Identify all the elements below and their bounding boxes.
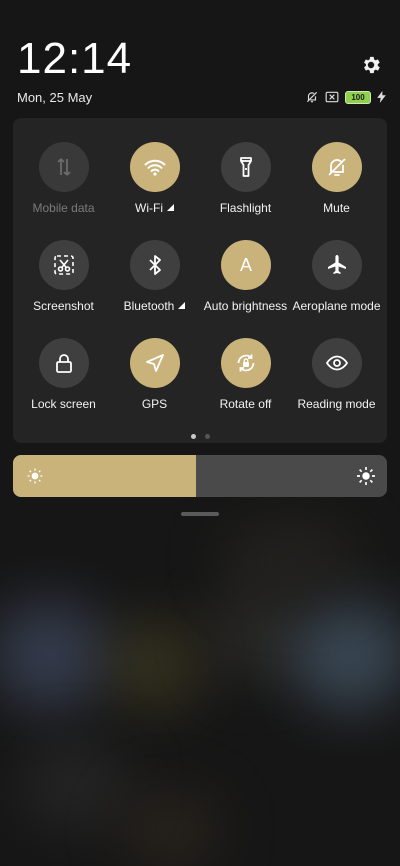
toggle-grid: Mobile data Wi-Fi Flashlight Mute Screenshot… — [13, 142, 387, 436]
toggle-mute[interactable]: Mute — [291, 142, 382, 240]
toggle-lock-screen[interactable]: Lock screen — [18, 338, 109, 436]
toggle-label-text: Screenshot — [33, 299, 94, 313]
toggle-label: Screenshot — [33, 299, 94, 313]
toggle-aeroplane-mode[interactable]: Aeroplane mode — [291, 240, 382, 338]
toggle-wifi[interactable]: Wi-Fi — [109, 142, 200, 240]
toggle-mobile-data-button[interactable] — [38, 142, 89, 192]
airplane-icon — [327, 255, 346, 274]
bluetooth-icon — [148, 255, 161, 275]
page-indicator — [13, 434, 387, 439]
toggle-label-text: Lock screen — [31, 397, 96, 411]
toggle-rotate-off-button[interactable] — [220, 338, 271, 388]
toggle-mobile-data[interactable]: Mobile data — [18, 142, 109, 240]
toggle-gps[interactable]: GPS — [109, 338, 200, 436]
toggle-lock-screen-button[interactable] — [38, 338, 89, 388]
status-header: 12:14 Mon, 25 May 100 — [0, 0, 400, 118]
page-dot-2[interactable] — [204, 434, 210, 439]
brightness-high-icon — [357, 467, 375, 485]
system-status-icons: 100 — [305, 90, 386, 104]
toggle-label-text: Auto brightness — [203, 299, 288, 313]
lock-icon — [55, 354, 72, 373]
toggle-label: Mute — [323, 201, 350, 215]
toggle-label-text: Mute — [323, 201, 350, 215]
panel-drag-handle[interactable] — [181, 512, 219, 516]
toggle-label: GPS — [142, 397, 167, 411]
toggle-label-text: Aeroplane mode — [292, 299, 381, 313]
wifi-icon — [144, 159, 165, 176]
brightness-slider[interactable] — [13, 455, 387, 497]
toggle-label: Reading mode — [297, 397, 375, 411]
toggle-auto-brightness-button[interactable]: A — [220, 240, 271, 290]
toggle-gps-button[interactable] — [129, 338, 180, 388]
toggle-label-text: Bluetooth — [123, 299, 175, 313]
no-sim-icon — [325, 91, 339, 103]
svg-text:A: A — [239, 255, 251, 275]
toggle-aeroplane-mode-button[interactable] — [311, 240, 362, 290]
toggle-label: Auto brightness — [204, 299, 287, 313]
toggle-label-text: Wi-Fi — [135, 201, 163, 215]
letter-a-icon: A — [239, 255, 251, 275]
toggle-reading-mode[interactable]: Reading mode — [291, 338, 382, 436]
charging-bolt-icon — [377, 91, 386, 103]
toggle-label: Mobile data — [32, 201, 94, 215]
toggle-label-text: GPS — [141, 397, 168, 411]
battery-indicator: 100 — [345, 90, 371, 104]
quick-settings-panel: Mobile data Wi-Fi Flashlight Mute Screenshot… — [13, 118, 387, 443]
signal-strength-icon — [178, 302, 186, 309]
toggle-label-text: Reading mode — [297, 397, 376, 411]
bell-off-icon — [306, 91, 318, 103]
brightness-low-icon — [27, 468, 43, 484]
toggle-label-text: Mobile data — [32, 201, 95, 215]
flashlight-icon — [239, 157, 252, 177]
toggle-label: Rotate off — [220, 397, 272, 411]
toggle-label: Bluetooth — [124, 299, 186, 313]
toggle-auto-brightness[interactable]: A Auto brightness — [200, 240, 291, 338]
clock[interactable]: 12:14 — [17, 34, 132, 84]
toggle-label: Flashlight — [220, 201, 271, 215]
toggle-wifi-button[interactable] — [129, 142, 180, 192]
page-dot-1[interactable] — [190, 434, 196, 439]
toggle-rotate-off[interactable]: Rotate off — [200, 338, 291, 436]
toggle-screenshot[interactable]: Screenshot — [18, 240, 109, 338]
toggle-label-text: Flashlight — [219, 201, 272, 215]
toggle-label: Aeroplane mode — [292, 299, 380, 313]
toggle-flashlight-button[interactable] — [220, 142, 271, 192]
eye-icon — [325, 355, 348, 371]
navigation-arrow-icon — [145, 354, 164, 372]
bell-off-icon — [327, 158, 346, 176]
toggle-screenshot-button[interactable] — [38, 240, 89, 290]
toggle-label: Lock screen — [31, 397, 96, 411]
toggle-bluetooth[interactable]: Bluetooth — [109, 240, 200, 338]
rotate-lock-icon — [237, 354, 254, 372]
scissors-icon — [53, 255, 74, 275]
signal-strength-icon — [166, 204, 174, 211]
toggle-label: Wi-Fi — [135, 201, 174, 215]
toggle-mute-button[interactable] — [311, 142, 362, 192]
arrows-updown-icon — [56, 158, 71, 176]
gear-icon[interactable] — [360, 54, 382, 76]
date[interactable]: Mon, 25 May — [17, 90, 92, 105]
toggle-bluetooth-button[interactable] — [129, 240, 180, 290]
toggle-reading-mode-button[interactable] — [311, 338, 362, 388]
toggle-flashlight[interactable]: Flashlight — [200, 142, 291, 240]
toggle-label-text: Rotate off — [219, 397, 272, 411]
